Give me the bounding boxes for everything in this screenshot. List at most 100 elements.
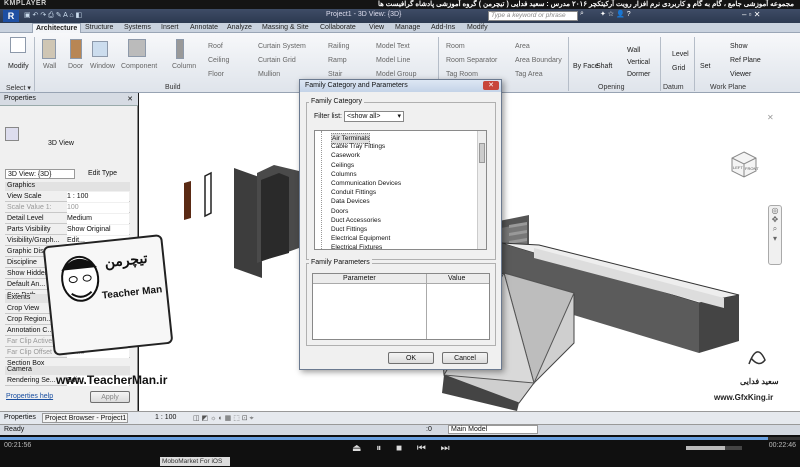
property-value[interactable]: Show Original [67, 225, 129, 235]
tab-modify[interactable]: Modify [464, 23, 491, 33]
vertical-button[interactable]: Vertical [627, 59, 650, 66]
modify-cursor-icon[interactable] [10, 37, 26, 53]
set-button[interactable]: Set [700, 63, 711, 70]
ref-plane-button[interactable]: Ref Plane [730, 57, 761, 64]
opening-wall-button[interactable]: Wall [627, 47, 640, 54]
level-button[interactable]: Level [672, 51, 689, 58]
category-item[interactable]: Conduit Fittings [331, 188, 376, 197]
tab-structure[interactable]: Structure [82, 23, 116, 33]
dialog-close-button[interactable]: ✕ [483, 81, 499, 90]
view-close-icon[interactable]: ✕ [767, 113, 779, 123]
mullion-button[interactable]: Mullion [258, 71, 280, 78]
area-boundary-button[interactable]: Area Boundary [515, 57, 562, 64]
column-icon[interactable] [176, 39, 184, 59]
dormer-button[interactable]: Dormer [627, 71, 650, 78]
apply-button[interactable]: Apply [90, 391, 130, 403]
model-group-button[interactable]: Model Group [376, 71, 416, 78]
filter-list-select[interactable]: <show all> ▾ [344, 111, 404, 122]
area-button[interactable]: Area [515, 43, 530, 50]
modify-button[interactable]: Modify [8, 63, 29, 70]
playback-buttons[interactable]: ⏏ ⏸ ■ ⏮ ⏭ [352, 443, 456, 454]
qat-icons[interactable]: ▣ ↶ ↷ ⎙ ✎ A ⌂ ◧ [24, 11, 114, 21]
tag-room-button[interactable]: Tag Room [446, 71, 478, 78]
type-selector[interactable]: 3D View: {3D} [5, 169, 75, 179]
qat-right-icons[interactable]: ✦ ☆ 👤 ? [600, 10, 631, 18]
model-selector[interactable]: Main Model [448, 425, 538, 434]
property-row[interactable]: Scale Value 1: 100 [5, 203, 130, 213]
view-controls-icons[interactable]: ◫ ◩ ☼ ◐ ▦ ⬚ ⊡ ⌖ [193, 414, 254, 423]
curtain-grid-button[interactable]: Curtain Grid [258, 57, 296, 64]
room-separator-button[interactable]: Room Separator [446, 57, 497, 64]
navigation-bar[interactable]: ◎ ✥ ⌕ ▾ [768, 205, 782, 265]
window-button[interactable]: Window [90, 63, 115, 70]
room-button[interactable]: Room [446, 43, 465, 50]
model-line-button[interactable]: Model Line [376, 57, 410, 64]
category-item[interactable]: Duct Accessories [331, 216, 381, 225]
property-row[interactable]: View Scale 1 : 100 [5, 192, 130, 202]
tag-area-button[interactable]: Tag Area [515, 71, 543, 78]
tab-insert[interactable]: Insert [158, 23, 182, 33]
tab-systems[interactable]: Systems [121, 23, 154, 33]
category-item[interactable]: Ceilings [331, 161, 354, 170]
window-icon[interactable] [92, 41, 108, 57]
viewcube[interactable]: LEFT FRONT [731, 151, 759, 179]
category-scrollbar[interactable] [477, 131, 486, 249]
ramp-button[interactable]: Ramp [328, 57, 347, 64]
wall-icon[interactable] [42, 39, 56, 59]
edit-type-button[interactable]: Edit Type [78, 169, 132, 179]
search-icon[interactable]: ⌕ [580, 10, 584, 18]
select-dropdown[interactable]: Select ▾ [6, 84, 31, 92]
category-list[interactable]: Air Terminals Cable Tray Fittings Casework… [314, 130, 487, 250]
category-item[interactable]: Electrical Equipment [331, 234, 390, 243]
category-item[interactable]: Cable Tray Fittings [331, 142, 385, 151]
column-button[interactable]: Column [172, 63, 196, 70]
tab-manage[interactable]: Manage [392, 23, 423, 33]
property-value[interactable]: Medium [67, 214, 129, 224]
tab-massing-site[interactable]: Massing & Site [259, 23, 312, 33]
property-row[interactable]: Detail Level Medium [5, 214, 130, 224]
by-face-button[interactable]: By Face [573, 63, 599, 70]
tab-project-browser[interactable]: Project Browser - Project1 [42, 413, 128, 423]
revit-app-button[interactable]: R [3, 10, 19, 22]
property-value[interactable]: 100 [67, 203, 129, 213]
model-text-button[interactable]: Model Text [376, 43, 410, 50]
category-item[interactable]: Duct Fittings [331, 225, 367, 234]
door-button[interactable]: Door [68, 63, 83, 70]
seek-bar[interactable] [0, 437, 800, 440]
search-input[interactable]: Type a keyword or phrase [488, 11, 578, 21]
wall-button[interactable]: Wall [43, 63, 56, 70]
tab-collaborate[interactable]: Collaborate [317, 23, 359, 33]
tab-view[interactable]: View [366, 23, 387, 33]
property-row[interactable]: Parts Visibility Show Original [5, 225, 130, 235]
close-icon[interactable]: ✕ [127, 95, 133, 103]
category-item[interactable]: Casework [331, 151, 360, 160]
railing-button[interactable]: Railing [328, 43, 349, 50]
roof-button[interactable]: Roof [208, 43, 223, 50]
category-item[interactable]: Electrical Fixtures [331, 243, 382, 249]
category-item[interactable]: Communication Devices [331, 179, 401, 188]
stair-button[interactable]: Stair [328, 71, 342, 78]
ceiling-button[interactable]: Ceiling [208, 57, 229, 64]
tab-architecture[interactable]: Architecture [32, 23, 82, 33]
component-icon[interactable] [128, 39, 146, 57]
graphics-section[interactable]: Graphics [5, 182, 130, 191]
grid-button[interactable]: Grid [672, 65, 685, 72]
category-item[interactable]: Doors [331, 207, 348, 216]
volume-slider[interactable] [686, 446, 742, 450]
show-button[interactable]: Show [730, 43, 748, 50]
shaft-button[interactable]: Shaft [596, 63, 612, 70]
window-controls[interactable]: – ▫ ✕ [742, 10, 760, 19]
category-item[interactable]: Data Devices [331, 197, 370, 206]
tab-analyze[interactable]: Analyze [224, 23, 255, 33]
property-value[interactable]: 1 : 100 [67, 192, 129, 202]
floor-button[interactable]: Floor [208, 71, 224, 78]
curtain-system-button[interactable]: Curtain System [258, 43, 306, 50]
tab-add-ins[interactable]: Add-Ins [428, 23, 458, 33]
component-button[interactable]: Component [121, 63, 157, 70]
door-icon[interactable] [70, 39, 82, 59]
store-banner[interactable]: MoboMarket For iOS [160, 457, 230, 466]
tab-annotate[interactable]: Annotate [187, 23, 221, 33]
tab-properties[interactable]: Properties [4, 414, 36, 421]
cancel-button[interactable]: Cancel [442, 352, 488, 364]
ok-button[interactable]: OK [388, 352, 434, 364]
